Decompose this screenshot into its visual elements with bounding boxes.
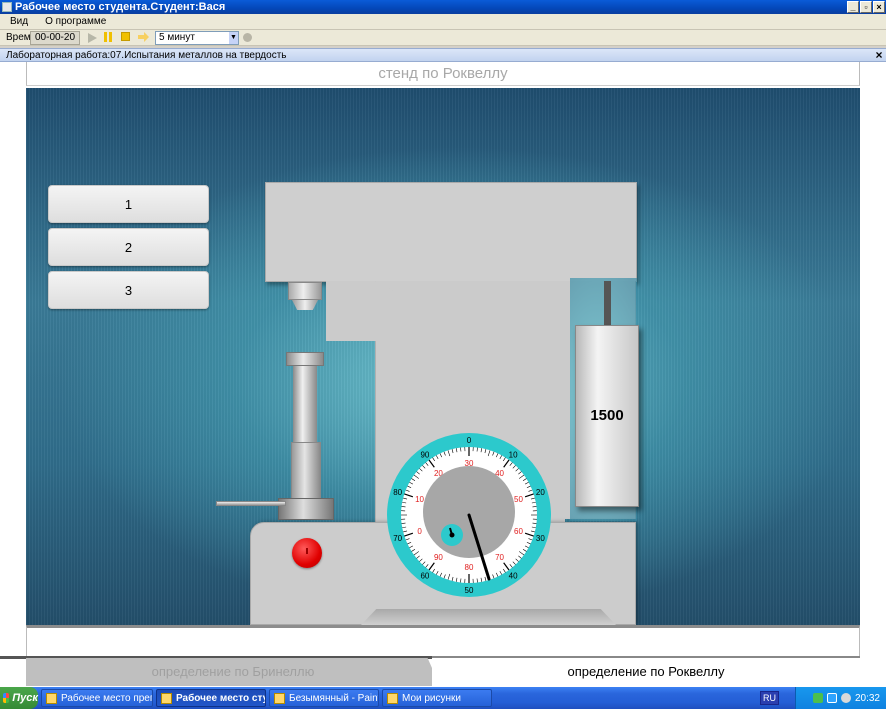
task-paint[interactable]: Безымянный - Paint	[269, 689, 379, 707]
load-button-2[interactable]: 2	[48, 228, 209, 266]
close-button[interactable]: ×	[873, 1, 885, 13]
dial-inner-label: 90	[434, 553, 443, 562]
menu-about[interactable]: О программе	[35, 16, 113, 27]
network-icon[interactable]	[812, 693, 823, 703]
load-weight-label: 1500	[590, 407, 624, 424]
load-button-3[interactable]: 3	[48, 271, 209, 309]
weight-rod	[604, 281, 611, 326]
base-slot	[361, 609, 616, 625]
language-indicator[interactable]: RU	[759, 691, 779, 705]
app-icon	[2, 2, 12, 12]
stand-title: стенд по Роквеллу	[26, 62, 860, 86]
handwheel[interactable]	[278, 498, 334, 520]
dial-outer-label: 10	[509, 450, 518, 459]
time-label: Время	[6, 32, 37, 43]
dial-inner-label: 80	[465, 563, 474, 572]
dial-outer-label: 70	[393, 534, 402, 543]
start-button[interactable]: Пуск	[0, 687, 38, 709]
machine-head	[265, 182, 637, 282]
document-close-icon[interactable]: ×	[872, 48, 886, 62]
play-icon[interactable]	[88, 32, 97, 43]
window-titlebar: Рабочее место студента.Студент:Вася _ ▫ …	[0, 0, 886, 14]
dial-outer-label: 0	[467, 436, 472, 445]
refresh-icon[interactable]	[243, 33, 252, 42]
stop-icon[interactable]	[121, 32, 130, 41]
windows-logo-icon	[3, 693, 10, 703]
document-title: Лабораторная работа:07.Испытания металло…	[6, 49, 287, 61]
paint-icon	[274, 692, 285, 704]
folder-icon	[387, 692, 398, 704]
rockwell-stand-canvas: 1 2 3 1500 0 10 20 30 40 50 60 70 80 90 30 40 50 60 7…	[26, 88, 860, 625]
clock: 20:32	[854, 692, 880, 704]
maximize-button[interactable]: ▫	[860, 1, 872, 13]
dial-outer-label: 30	[536, 534, 545, 543]
dial-inner-label: 0	[417, 527, 422, 536]
toolbar: Время 00-00-20 5 минут ▼	[0, 30, 886, 46]
screw-sleeve	[291, 442, 321, 502]
taskbar: Пуск Рабочее место препода... Рабочее ме…	[0, 687, 886, 709]
dial-outer-label: 60	[420, 572, 429, 581]
dial-inner-label: 10	[415, 495, 424, 504]
status-strip	[26, 625, 860, 657]
indicator-dial: 0102030405060708090 3040506070809001020	[387, 433, 551, 597]
system-tray: RU 20:32	[759, 687, 886, 709]
minimize-button[interactable]: _	[847, 1, 859, 13]
forward-icon[interactable]	[138, 32, 149, 42]
dial-outer-label: 80	[393, 488, 402, 497]
dial-center-disc	[423, 466, 515, 558]
menu-bar: Вид О программе	[0, 14, 886, 30]
dial-outer-label: 90	[420, 450, 429, 459]
window-title: Рабочее место студента.Студент:Вася	[15, 1, 226, 13]
tab-rockwell[interactable]: определение по Роквеллу	[432, 656, 860, 686]
handwheel-handle[interactable]	[216, 501, 286, 506]
dial-inner-label: 70	[495, 553, 504, 562]
task-teacher[interactable]: Рабочее место препода...	[41, 689, 153, 707]
task-my-pictures[interactable]: Мои рисунки	[382, 689, 492, 707]
indenter-holder	[288, 282, 322, 300]
interval-value: 5 минут	[159, 31, 195, 43]
menu-view[interactable]: Вид	[0, 16, 35, 27]
dial-outer-label: 50	[465, 586, 474, 595]
window-icon	[161, 692, 172, 704]
chevron-down-icon[interactable]: ▼	[229, 31, 238, 44]
start-label: Пуск	[12, 692, 38, 704]
dial-inner-label: 60	[514, 527, 523, 536]
dial-outer-label: 40	[509, 572, 518, 581]
time-display: 00-00-20	[30, 30, 80, 45]
task-student[interactable]: Рабочее место студ...	[156, 689, 266, 707]
monitor-icon[interactable]	[826, 693, 837, 703]
anvil-table	[286, 352, 324, 366]
volume-icon[interactable]	[840, 693, 851, 703]
dial-inner-label: 50	[514, 495, 523, 504]
start-load-button[interactable]	[292, 538, 322, 568]
indenter-tip	[292, 300, 318, 310]
load-weight: 1500	[575, 325, 639, 507]
interval-select[interactable]: 5 минут ▼	[155, 30, 239, 45]
dial-outer-label: 20	[536, 488, 545, 497]
document-bar: Лабораторная работа:07.Испытания металло…	[0, 48, 886, 62]
tab-brinell[interactable]: определение по Бринеллю	[26, 658, 440, 686]
window-icon	[46, 692, 57, 704]
small-dial-pivot	[449, 532, 455, 538]
lifting-screw	[293, 366, 317, 444]
pause-icon[interactable]	[104, 32, 115, 43]
load-button-1[interactable]: 1	[48, 185, 209, 223]
